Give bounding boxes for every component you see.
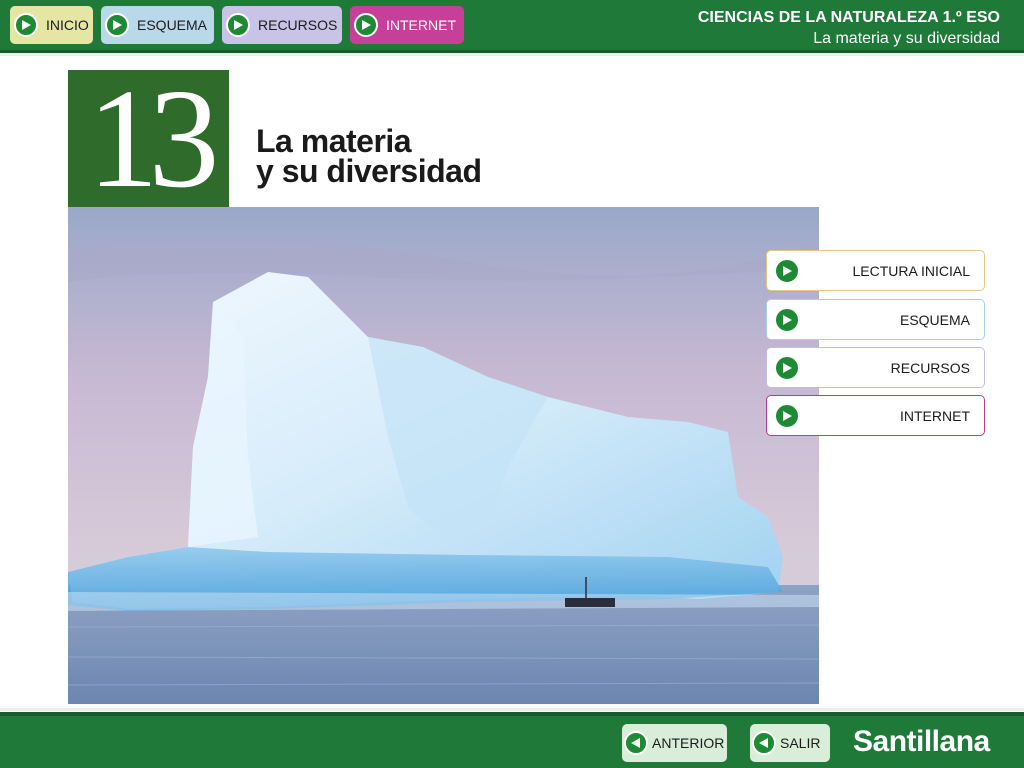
nav-inicio-button[interactable]: INICIO	[10, 6, 93, 44]
salir-button[interactable]: SALIR	[750, 724, 830, 762]
unit-title: La materia y su diversidad	[256, 123, 482, 189]
subject-heading: CIENCIAS DE LA NATURALEZA 1.º ESO La mat…	[698, 7, 1000, 49]
anterior-label: ANTERIOR	[652, 735, 725, 751]
nav-internet-button[interactable]: INTERNET	[350, 6, 464, 44]
iceberg-photo	[68, 207, 819, 704]
menu-esquema-label: ESQUEMA	[899, 311, 970, 328]
play-icon	[774, 257, 800, 284]
unit-number: 13	[68, 70, 229, 207]
menu-recursos-label: RECURSOS	[890, 359, 970, 376]
play-icon	[105, 13, 129, 37]
bottom-bar: ANTERIOR SALIR Santillana	[0, 708, 1024, 768]
course-title: CIENCIAS DE LA NATURALEZA 1.º ESO	[697, 9, 1000, 26]
play-icon	[774, 402, 800, 429]
menu-recursos-button[interactable]: RECURSOS	[766, 347, 985, 388]
nav-recursos-button[interactable]: RECURSOS	[222, 6, 342, 44]
nav-esquema-button[interactable]: ESQUEMA	[101, 6, 214, 44]
play-icon	[354, 13, 378, 37]
nav-inicio-label: INICIO	[46, 17, 89, 33]
menu-internet-label: INTERNET	[900, 407, 970, 424]
unit-title-line-2: y su diversidad	[256, 153, 482, 189]
menu-esquema-button[interactable]: ESQUEMA	[766, 299, 985, 340]
unit-subtitle: La materia y su diversidad	[813, 30, 1000, 47]
santillana-logo: Santillana	[853, 725, 990, 758]
nav-internet-label: INTERNET	[386, 17, 456, 33]
back-arrow-icon	[624, 731, 648, 755]
menu-lectura-inicial-button[interactable]: LECTURA INICIAL	[766, 250, 985, 291]
menu-internet-button[interactable]: INTERNET	[766, 395, 985, 436]
play-icon	[226, 13, 250, 37]
unit-title-line-1: La materia	[256, 123, 412, 159]
play-icon	[774, 306, 800, 333]
nav-recursos-label: RECURSOS	[258, 17, 338, 33]
anterior-button[interactable]: ANTERIOR	[622, 724, 727, 762]
play-icon	[774, 354, 800, 381]
nav-esquema-label: ESQUEMA	[137, 17, 208, 33]
play-icon	[14, 13, 38, 37]
top-bar: INICIO ESQUEMA RECURSOS INTERNET CIENCIA…	[0, 0, 1024, 56]
menu-lectura-inicial-label: LECTURA INICIAL	[852, 262, 970, 279]
back-arrow-icon	[752, 731, 776, 755]
salir-label: SALIR	[780, 735, 821, 751]
